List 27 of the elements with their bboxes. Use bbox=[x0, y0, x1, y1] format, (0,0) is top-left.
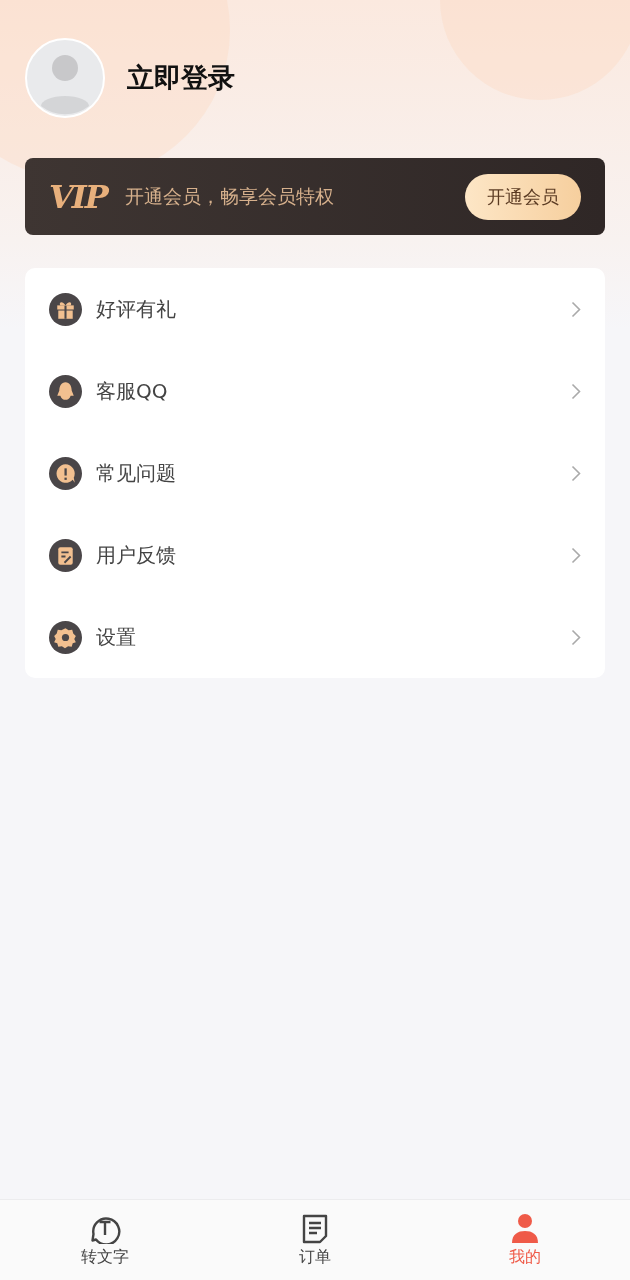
person-icon bbox=[510, 1212, 540, 1244]
note-icon bbox=[49, 538, 82, 572]
gift-icon bbox=[49, 292, 82, 326]
chevron-icon bbox=[571, 382, 581, 400]
chevron-icon bbox=[571, 300, 581, 318]
menu-item[interactable]: 好评有礼 bbox=[96, 295, 557, 323]
avatar[interactable] bbox=[25, 38, 105, 118]
menu-item[interactable]: 客服QQ bbox=[96, 377, 557, 405]
tab-label: 转文字 bbox=[81, 1247, 129, 1268]
open-membership-button[interactable]: 开通会员 bbox=[465, 173, 581, 220]
tab-label: 我的 bbox=[509, 1247, 541, 1268]
menu-item[interactable]: 设置 bbox=[96, 623, 557, 651]
vip-text: 开通会员，畅享会员特权 bbox=[124, 183, 335, 209]
chevron-icon bbox=[571, 464, 581, 482]
document-icon bbox=[300, 1212, 330, 1244]
chevron-icon bbox=[571, 628, 581, 646]
tab-label: 订单 bbox=[299, 1247, 331, 1268]
login-title[interactable]: 立即登录 bbox=[127, 60, 235, 96]
chevron-icon bbox=[571, 546, 581, 564]
vip-logo: VIP bbox=[49, 177, 107, 216]
gear-icon bbox=[49, 620, 82, 654]
tab[interactable]: 转文字 bbox=[0, 1200, 210, 1280]
menu-item[interactable]: 用户反馈 bbox=[96, 541, 557, 569]
tab[interactable]: 订单 bbox=[210, 1200, 420, 1280]
menu-item[interactable]: 常见问题 bbox=[96, 459, 557, 487]
penguin-icon bbox=[49, 374, 82, 408]
exclamation-icon bbox=[49, 456, 82, 490]
